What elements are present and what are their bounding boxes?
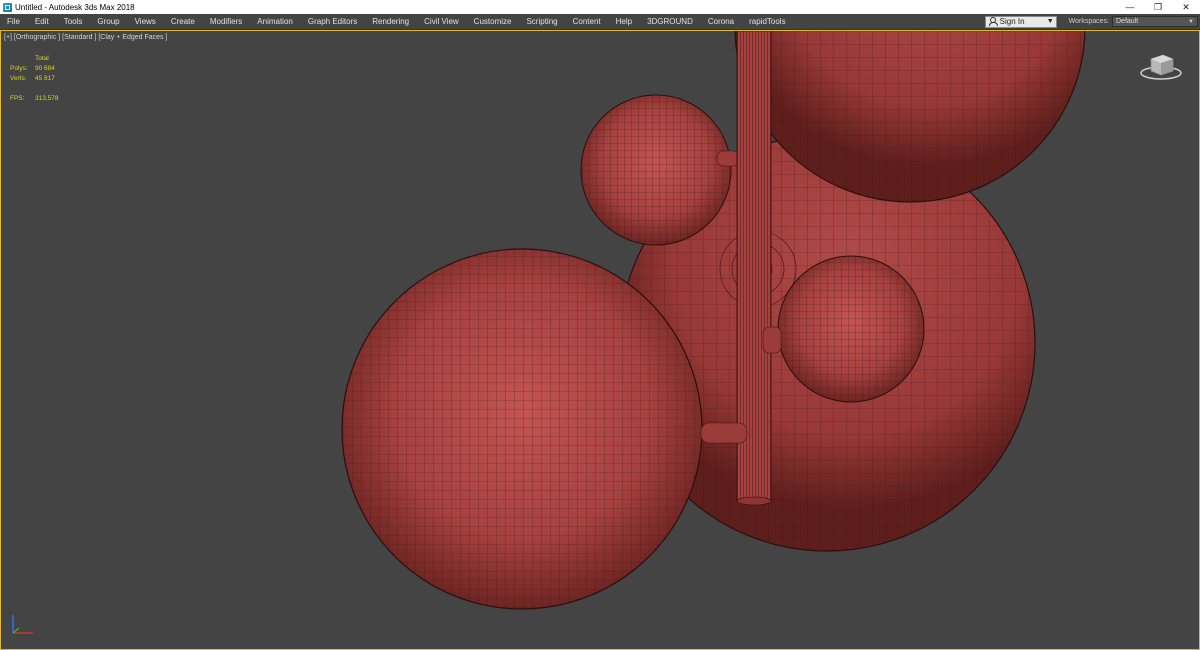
menu-content[interactable]: Content bbox=[566, 17, 609, 26]
scene-render[interactable] bbox=[1, 31, 1200, 650]
restore-button[interactable]: ❐ bbox=[1144, 0, 1172, 14]
stats-fps-value: 313,578 bbox=[35, 95, 59, 102]
menu-bar: File Edit Tools Group Views Create Modif… bbox=[0, 14, 1200, 30]
menu-3dground[interactable]: 3DGROUND bbox=[640, 17, 701, 26]
menu-tools[interactable]: Tools bbox=[57, 17, 91, 26]
menu-views[interactable]: Views bbox=[128, 17, 164, 26]
viewport-label[interactable]: [+] [Orthographic ] [Standard ] [Clay + … bbox=[4, 34, 167, 41]
perspective-viewport[interactable]: [+] [Orthographic ] [Standard ] [Clay + … bbox=[0, 30, 1200, 650]
menu-file[interactable]: File bbox=[0, 17, 28, 26]
chevron-down-icon: ▼ bbox=[1046, 18, 1054, 25]
menu-scripting[interactable]: Scripting bbox=[519, 17, 565, 26]
minimize-button[interactable]: — bbox=[1116, 0, 1144, 14]
title-bar: Untitled - Autodesk 3ds Max 2018 — ❐ ✕ bbox=[0, 0, 1200, 14]
connector-right bbox=[762, 326, 782, 354]
user-icon bbox=[988, 17, 998, 26]
stats-polys-value: 90 684 bbox=[35, 65, 55, 72]
sphere-large-front[interactable] bbox=[341, 248, 703, 610]
sign-in-label: Sign In bbox=[999, 17, 1025, 26]
menu-graph-editors[interactable]: Graph Editors bbox=[301, 17, 365, 26]
sphere-small-left[interactable] bbox=[580, 94, 732, 246]
stats-polys-label: Polys: bbox=[10, 65, 28, 72]
axis-tripod-icon bbox=[12, 615, 33, 634]
scene-statistics: Total Polys: 90 684 Verts: 45 817 FPS: 3… bbox=[10, 54, 59, 104]
menu-modifiers[interactable]: Modifiers bbox=[203, 17, 250, 26]
menu-help[interactable]: Help bbox=[609, 17, 640, 26]
menu-customize[interactable]: Customize bbox=[467, 17, 520, 26]
stats-verts-value: 45 817 bbox=[35, 75, 55, 82]
connector-lower bbox=[700, 422, 748, 444]
menu-rendering[interactable]: Rendering bbox=[365, 17, 417, 26]
workspaces-value: Default bbox=[1116, 18, 1139, 25]
chevron-down-icon: ▼ bbox=[1188, 18, 1194, 25]
sphere-small-right[interactable] bbox=[777, 255, 925, 403]
connector-upper bbox=[716, 150, 740, 167]
menu-create[interactable]: Create bbox=[164, 17, 203, 26]
viewcube-icon[interactable] bbox=[1139, 49, 1183, 83]
workspaces-select[interactable]: Default ▼ bbox=[1112, 16, 1198, 27]
menu-corona[interactable]: Corona bbox=[701, 17, 742, 26]
stats-total-label: Total bbox=[35, 55, 49, 62]
menu-edit[interactable]: Edit bbox=[28, 17, 57, 26]
workspaces-label: Workspaces: bbox=[1068, 18, 1109, 25]
stats-fps-label: FPS: bbox=[10, 95, 25, 102]
sign-in-dropdown[interactable]: Sign In ▼ bbox=[984, 15, 1057, 28]
window-title: Untitled - Autodesk 3ds Max 2018 bbox=[15, 2, 135, 12]
app-logo-icon bbox=[3, 2, 12, 12]
stats-verts-label: Verts: bbox=[10, 75, 27, 82]
menu-group[interactable]: Group bbox=[90, 17, 127, 26]
close-button[interactable]: ✕ bbox=[1172, 0, 1200, 14]
menu-civil-view[interactable]: Civil View bbox=[417, 17, 467, 26]
menu-rapidtools[interactable]: rapidTools bbox=[742, 17, 793, 26]
menu-animation[interactable]: Animation bbox=[250, 17, 301, 26]
